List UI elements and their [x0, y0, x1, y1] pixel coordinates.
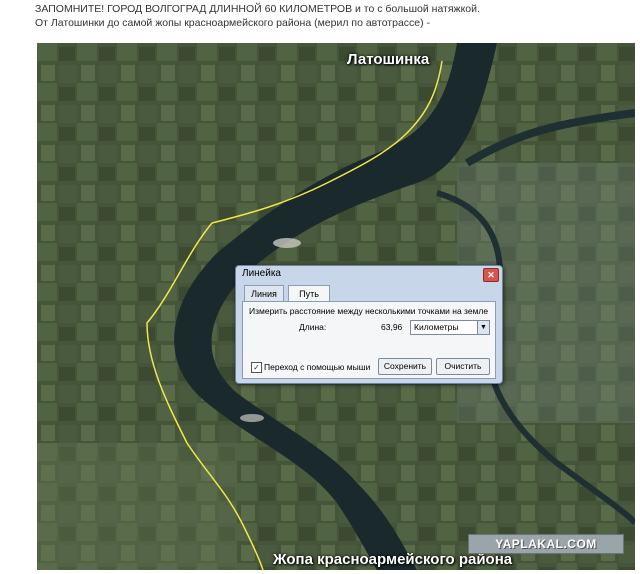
unit-select-value: Километры	[414, 322, 459, 332]
dialog-title: Линейка	[242, 268, 281, 279]
close-icon[interactable]: ✕	[483, 268, 499, 282]
mouse-nav-checkbox[interactable]: ✓	[251, 362, 262, 373]
watermark: YAPLAKAL.COM	[468, 534, 624, 554]
length-label: Длина:	[299, 322, 327, 332]
length-value: 63,96	[381, 322, 403, 332]
tab-line[interactable]: Линия	[244, 285, 284, 302]
caption-line-2: От Латошинки до самой жопы красноармейск…	[35, 17, 431, 29]
ruler-dialog: Линейка ✕ Линия Путь Измерить расстояние…	[235, 265, 503, 384]
measure-hint: Измерить расстояние между несколькими то…	[249, 306, 489, 316]
clear-button[interactable]: Очистить	[436, 358, 490, 375]
mouse-nav-label: Переход с помощью мыши	[264, 362, 371, 372]
dialog-titlebar[interactable]: Линейка ✕	[236, 266, 502, 283]
tab-panel-path: Измерить расстояние между несколькими то…	[242, 301, 496, 379]
chevron-down-icon[interactable]: ▼	[477, 321, 489, 334]
caption-line-1: ЗАПОМНИТЕ! ГОРОД ВОЛГОГРАД ДЛИННОЙ 60 КИ…	[35, 3, 480, 15]
place-label-latoshinka: Латошинка	[347, 51, 430, 68]
post-caption: ЗАПОМНИТЕ! ГОРОД ВОЛГОГРАД ДЛИННОЙ 60 КИ…	[35, 2, 635, 30]
unit-select[interactable]: Километры ▼	[410, 320, 490, 335]
save-button[interactable]: Сохренить	[378, 358, 432, 375]
